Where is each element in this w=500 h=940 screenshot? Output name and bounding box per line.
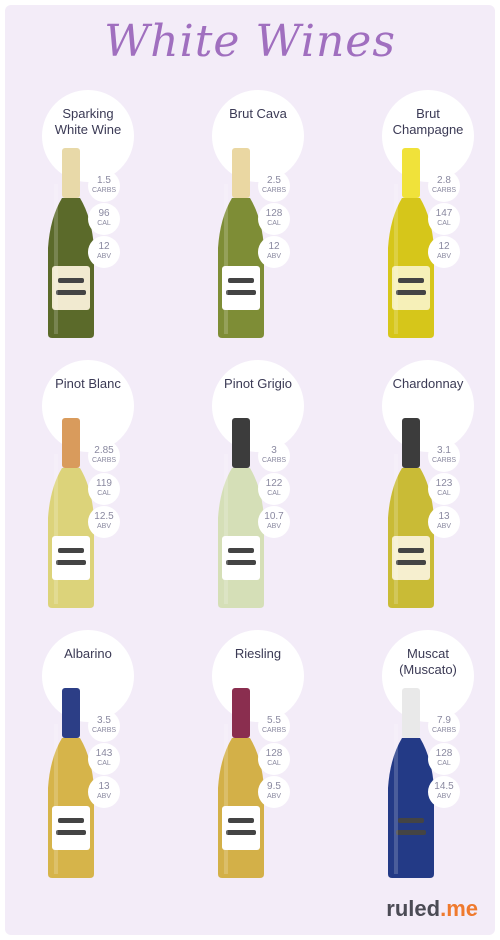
wine-card: Pinot Blanc 2.85 CARBS 119 CAL 12.5 ABV xyxy=(36,360,166,620)
wine-card: Sparking White Wine 1.5 CARBS 96 CAL 12 ABV xyxy=(36,90,166,350)
wine-card: Pinot Grigio 3 CARBS 122 CAL 10.7 ABV xyxy=(206,360,336,620)
carbs-stat: 7.9 CARBS xyxy=(428,710,460,742)
abv-stat: 9.5 ABV xyxy=(258,776,290,808)
brand-logo: ruled.me xyxy=(386,896,478,922)
cal-stat: 147 CAL xyxy=(428,203,460,235)
page-title: White Wines xyxy=(104,16,396,67)
wine-name: Sparking White Wine xyxy=(54,106,122,137)
cal-stat: 119 CAL xyxy=(88,473,120,505)
wine-card: Brut Champagne 2.8 CARBS 147 CAL 12 ABV xyxy=(376,90,500,350)
cal-stat: 128 CAL xyxy=(258,203,290,235)
wine-name: Brut Champagne xyxy=(392,106,464,137)
wine-name: Pinot Blanc xyxy=(55,376,121,391)
wine-card: Brut Cava 2.5 CARBS 128 CAL 12 ABV xyxy=(206,90,336,350)
abv-stat: 14.5 ABV xyxy=(428,776,460,808)
abv-stat: 13 ABV xyxy=(428,506,460,538)
wine-name: Chardonnay xyxy=(392,376,464,391)
cal-stat: 123 CAL xyxy=(428,473,460,505)
wine-name: Muscat (Muscato) xyxy=(399,646,457,677)
abv-stat: 13 ABV xyxy=(88,776,120,808)
abv-stat: 10.7 ABV xyxy=(258,506,290,538)
wine-card: Muscat (Muscato) 7.9 CARBS 128 CAL 14.5 ABV xyxy=(376,630,500,890)
carbs-stat: 3.5 CARBS xyxy=(88,710,120,742)
abv-stat: 12 ABV xyxy=(428,236,460,268)
wine-card: Albarino 3.5 CARBS 143 CAL 13 ABV xyxy=(36,630,166,890)
wine-name: Albarino xyxy=(64,646,112,661)
carbs-stat: 2.8 CARBS xyxy=(428,170,460,202)
brand-suffix: .me xyxy=(440,896,478,921)
cal-stat: 143 CAL xyxy=(88,743,120,775)
carbs-stat: 5.5 CARBS xyxy=(258,710,290,742)
brand-name: ruled xyxy=(386,896,441,921)
carbs-stat: 3.1 CARBS xyxy=(428,440,460,472)
wine-name: Riesling xyxy=(234,646,282,661)
cal-stat: 122 CAL xyxy=(258,473,290,505)
cal-stat: 128 CAL xyxy=(428,743,460,775)
wine-name: Pinot Grigio xyxy=(224,376,292,391)
carbs-stat: 2.5 CARBS xyxy=(258,170,290,202)
carbs-stat: 1.5 CARBS xyxy=(88,170,120,202)
wine-name: Brut Cava xyxy=(229,106,287,121)
abv-stat: 12.5 ABV xyxy=(88,506,120,538)
wine-card: Riesling 5.5 CARBS 128 CAL 9.5 ABV xyxy=(206,630,336,890)
abv-stat: 12 ABV xyxy=(258,236,290,268)
carbs-stat: 2.85 CARBS xyxy=(88,440,120,472)
abv-stat: 12 ABV xyxy=(88,236,120,268)
cal-stat: 96 CAL xyxy=(88,203,120,235)
wine-card: Chardonnay 3.1 CARBS 123 CAL 13 ABV xyxy=(376,360,500,620)
carbs-stat: 3 CARBS xyxy=(258,440,290,472)
cal-stat: 128 CAL xyxy=(258,743,290,775)
